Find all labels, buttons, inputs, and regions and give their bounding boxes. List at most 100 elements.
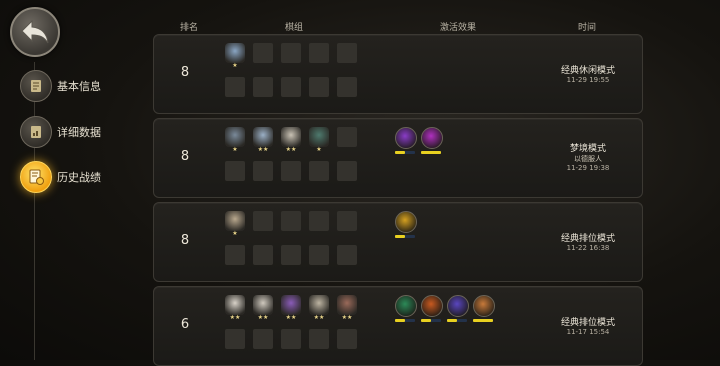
rank-value: 8 xyxy=(180,149,190,164)
synergy-badge-icon xyxy=(395,127,417,149)
synergy-effect[interactable] xyxy=(395,127,417,154)
hero-stars: ★ xyxy=(316,146,322,153)
hero-portrait-icon xyxy=(337,295,357,315)
synergy-effect[interactable] xyxy=(395,211,417,238)
chess-board-grid: ★ ★★ ★★ ★ xyxy=(225,127,357,185)
synergy-effect[interactable] xyxy=(395,295,417,322)
empty-slot-box xyxy=(309,77,329,97)
activated-effects xyxy=(395,211,421,238)
empty-slot-box xyxy=(253,43,273,63)
empty-slot xyxy=(337,329,357,353)
hero-portrait-icon xyxy=(281,127,301,147)
column-header-board: 棋组 xyxy=(285,23,304,33)
rank-value: 8 xyxy=(180,65,190,80)
empty-slot xyxy=(309,43,329,67)
rank-value: 6 xyxy=(180,317,190,332)
hero-portrait-icon xyxy=(309,295,329,315)
match-row[interactable]: 8 ★ 经典排位模式 11-22 16:38 xyxy=(153,202,643,282)
empty-slot-box xyxy=(337,161,357,181)
hero-piece[interactable]: ★ xyxy=(225,211,245,237)
column-header-time: 时间 xyxy=(578,23,597,33)
mode-subtitle: 以德服人 xyxy=(574,155,602,163)
empty-slot-box xyxy=(337,211,357,231)
empty-slot-box xyxy=(309,211,329,231)
synergy-effect[interactable] xyxy=(421,127,443,154)
empty-slot xyxy=(281,245,301,269)
game-mode: 经典排位模式 xyxy=(560,318,615,328)
data-book-icon xyxy=(20,116,52,148)
synergy-effect[interactable] xyxy=(473,295,495,322)
activated-effects xyxy=(395,295,499,322)
empty-slot xyxy=(253,77,273,101)
empty-slot xyxy=(309,161,329,185)
game-mode: 经典排位模式 xyxy=(560,234,615,244)
synergy-progress-fill xyxy=(395,151,405,154)
synergy-progress-fill xyxy=(473,319,493,322)
empty-slot xyxy=(253,161,273,185)
empty-slot xyxy=(281,77,301,101)
match-row[interactable]: 8 ★ 经典休闲模式 11-29 19:55 xyxy=(153,34,643,114)
empty-slot xyxy=(309,245,329,269)
synergy-progress-bar xyxy=(421,151,441,154)
column-header-rank: 排名 xyxy=(180,23,199,33)
synergy-progress-bar xyxy=(421,319,441,322)
empty-slot xyxy=(253,43,273,67)
match-time-info: 梦境模式 以德服人 11-29 19:38 xyxy=(524,141,652,172)
synergy-effect[interactable] xyxy=(421,295,443,322)
synergy-badge-icon xyxy=(421,127,443,149)
empty-slot-box xyxy=(225,245,245,265)
hero-stars: ★★ xyxy=(341,314,353,321)
sidebar-divider xyxy=(34,62,35,360)
match-row[interactable]: 6 ★★ ★★ ★★ ★★ ★★ 经典排位模式 11-17 15:54 xyxy=(153,286,643,366)
hero-piece[interactable]: ★★ xyxy=(225,295,245,321)
synergy-effect[interactable] xyxy=(447,295,469,322)
hero-piece[interactable]: ★★ xyxy=(281,295,301,321)
hero-piece[interactable]: ★★ xyxy=(309,295,329,321)
empty-slot xyxy=(225,245,245,269)
empty-slot-box xyxy=(281,77,301,97)
empty-slot-box xyxy=(309,245,329,265)
empty-slot-box xyxy=(281,211,301,231)
hero-piece[interactable]: ★ xyxy=(225,127,245,153)
match-time-info: 经典休闲模式 11-29 19:55 xyxy=(524,63,652,84)
empty-slot xyxy=(337,43,357,67)
synergy-badge-icon xyxy=(421,295,443,317)
synergy-progress-bar xyxy=(395,151,415,154)
hero-piece[interactable]: ★★ xyxy=(253,295,273,321)
hero-portrait-icon xyxy=(281,295,301,315)
hero-stars: ★ xyxy=(232,62,238,69)
empty-slot-box xyxy=(253,211,273,231)
hero-stars: ★★ xyxy=(285,146,297,153)
empty-slot xyxy=(281,161,301,185)
empty-slot xyxy=(337,161,357,185)
hero-portrait-icon xyxy=(225,43,245,63)
chess-board-grid: ★ xyxy=(225,43,357,101)
hero-portrait-icon xyxy=(225,127,245,147)
back-button[interactable] xyxy=(10,7,60,57)
nav-label-detail-data: 详细数据 xyxy=(57,126,101,139)
nav-item-basic-info[interactable]: 基本信息 xyxy=(20,70,101,102)
empty-slot-box xyxy=(337,127,357,147)
synergy-progress-bar xyxy=(473,319,493,322)
empty-slot-box xyxy=(281,43,301,63)
hero-portrait-icon xyxy=(309,127,329,147)
synergy-progress-fill xyxy=(395,319,405,322)
synergy-progress-fill xyxy=(395,235,405,238)
empty-slot xyxy=(253,245,273,269)
empty-slot-box xyxy=(225,77,245,97)
empty-slot xyxy=(337,211,357,235)
hero-piece[interactable]: ★ xyxy=(225,43,245,69)
synergy-badge-icon xyxy=(473,295,495,317)
nav-item-detail-data[interactable]: 详细数据 xyxy=(20,116,101,148)
hero-piece[interactable]: ★ xyxy=(309,127,329,153)
hero-piece[interactable]: ★★ xyxy=(253,127,273,153)
hero-piece[interactable]: ★★ xyxy=(337,295,357,321)
empty-slot-box xyxy=(337,245,357,265)
hero-piece[interactable]: ★★ xyxy=(281,127,301,153)
nav-item-history[interactable]: 历史战绩 xyxy=(20,161,101,193)
nav-label-history: 历史战绩 xyxy=(57,171,101,184)
rank-value: 8 xyxy=(180,233,190,248)
match-row[interactable]: 8 ★ ★★ ★★ ★ 梦境模式 以德服人 11-29 19:38 xyxy=(153,118,643,198)
empty-slot-box xyxy=(253,77,273,97)
match-date: 11-29 19:55 xyxy=(566,76,610,84)
